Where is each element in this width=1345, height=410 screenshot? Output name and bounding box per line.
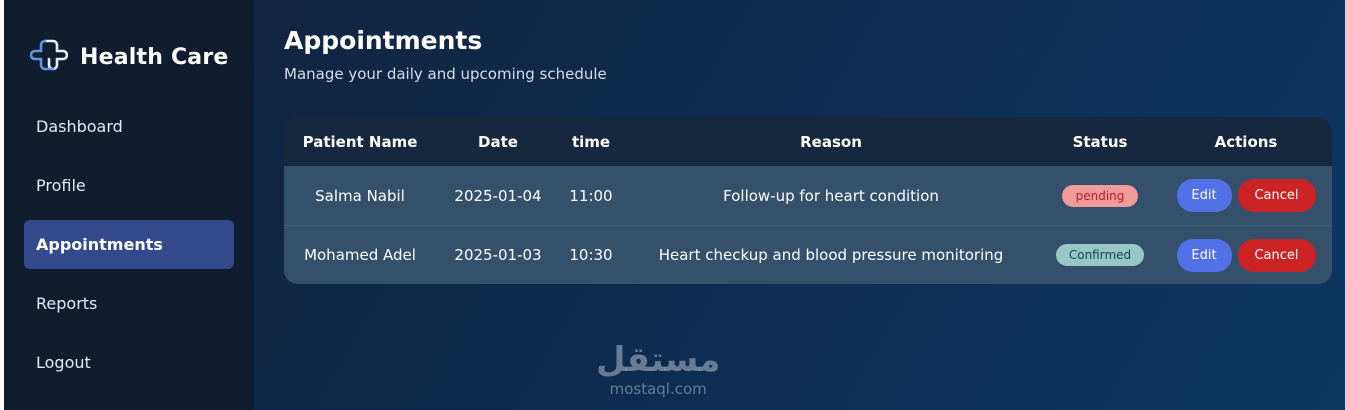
column-header-actions: Actions — [1214, 132, 1278, 151]
sidebar: Health Care Dashboard Profile Appointmen… — [4, 0, 254, 410]
edit-button[interactable]: Edit — [1176, 238, 1232, 272]
cancel-button[interactable]: Cancel — [1237, 238, 1316, 272]
sidebar-item-dashboard[interactable]: Dashboard — [24, 102, 234, 151]
table-header: Patient Name Date time Reason Status Act… — [284, 117, 1332, 166]
time-cell: 11:00 — [569, 186, 613, 205]
column-header-status: Status — [1072, 132, 1128, 151]
page-subtitle: Manage your daily and upcoming schedule — [284, 65, 607, 83]
brand-name: Health Care — [80, 44, 229, 70]
patient-name-cell: Salma Nabil — [315, 186, 405, 205]
watermark-arabic: مستقل — [596, 340, 721, 380]
reason-cell: Heart checkup and blood pressure monitor… — [658, 246, 1004, 264]
date-cell: 2025-01-04 — [454, 186, 542, 205]
table-row: Mohamed Adel 2025-01-03 10:30 Heart chec… — [284, 225, 1332, 284]
appointments-table: Patient Name Date time Reason Status Act… — [284, 117, 1332, 284]
watermark-latin: mostaql.com — [609, 380, 707, 398]
patient-name-cell: Mohamed Adel — [304, 246, 416, 264]
column-header-time: time — [571, 132, 611, 151]
column-header-patient: Patient Name — [302, 132, 418, 151]
watermark: مستقل mostaql.com — [596, 340, 720, 398]
reason-cell: Follow-up for heart condition — [723, 186, 939, 205]
time-cell: 10:30 — [569, 246, 613, 264]
main-content: Appointments Manage your daily and upcom… — [254, 0, 1345, 410]
date-cell: 2025-01-03 — [454, 246, 542, 264]
status-badge: Confirmed — [1055, 244, 1145, 266]
actions-cell: Edit Cancel — [1160, 179, 1332, 212]
sidebar-item-profile[interactable]: Profile — [24, 161, 234, 210]
brand: Health Care — [29, 36, 229, 78]
column-header-reason: Reason — [800, 132, 862, 151]
status-badge: pending — [1061, 184, 1139, 207]
sidebar-item-reports[interactable]: Reports — [24, 279, 234, 328]
page-title: Appointments — [284, 26, 483, 55]
actions-cell: Edit Cancel — [1160, 238, 1332, 272]
table-row: Salma Nabil 2025-01-04 11:00 Follow-up f… — [284, 166, 1332, 225]
sidebar-item-logout[interactable]: Logout — [24, 338, 234, 387]
sidebar-nav: Dashboard Profile Appointments Reports L… — [24, 102, 234, 397]
edit-button[interactable]: Edit — [1176, 179, 1232, 212]
status-cell: Confirmed — [1040, 244, 1160, 266]
cancel-button[interactable]: Cancel — [1237, 179, 1316, 212]
column-header-date: Date — [478, 132, 518, 151]
status-cell: pending — [1040, 184, 1160, 207]
sidebar-item-appointments[interactable]: Appointments — [24, 220, 234, 269]
medical-cross-icon — [29, 36, 69, 78]
